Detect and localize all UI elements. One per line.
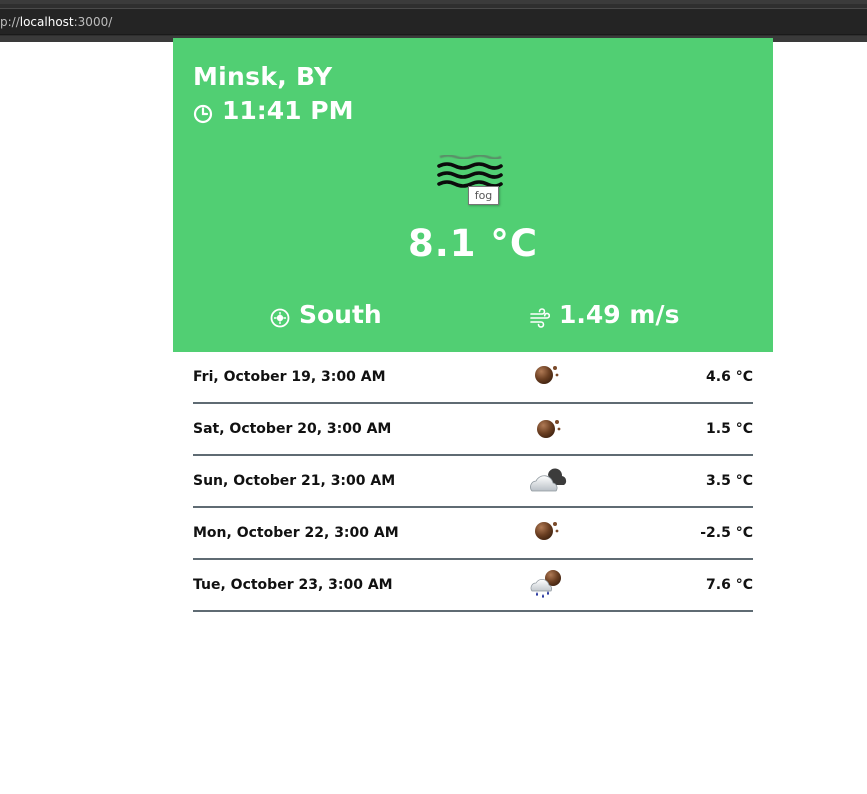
wind-speed-value: 1.49 m/s: [559, 300, 680, 329]
forecast-row: Sun, October 21, 3:00 AM 3.5 °C: [193, 456, 753, 508]
time-value: 11:41 PM: [222, 96, 354, 125]
forecast-temperature: 4.6 °C: [706, 369, 753, 385]
forecast-date: Mon, October 22, 3:00 AM: [193, 525, 399, 541]
forecast-date: Sun, October 21, 3:00 AM: [193, 473, 396, 489]
clock-icon: [193, 101, 213, 123]
url-prefix: p://: [0, 15, 20, 29]
moon-icon: [526, 359, 572, 395]
forecast-list: Fri, October 19, 3:00 AM 4.6 °C Sat, Oct…: [193, 352, 753, 612]
forecast-row: Mon, October 22, 3:00 AM -2.5 °C: [193, 508, 753, 560]
forecast-row: Sat, October 20, 3:00 AM 1.5 °C: [193, 404, 753, 456]
weather-tooltip: fog: [468, 186, 499, 205]
wind-direction-value: South: [299, 300, 382, 329]
forecast-row: Fri, October 19, 3:00 AM 4.6 °C: [193, 352, 753, 404]
forecast-temperature: -2.5 °C: [700, 525, 753, 541]
wind-speed: 1.49 m/s: [530, 300, 679, 329]
cloudy-night-icon: [526, 463, 572, 499]
forecast-temperature: 3.5 °C: [706, 473, 753, 489]
wind-direction: South: [270, 300, 382, 329]
url-host: localhost: [19, 15, 74, 29]
rain-night-icon: [526, 567, 572, 603]
forecast-temperature: 7.6 °C: [706, 577, 753, 593]
forecast-row: Tue, October 23, 3:00 AM 7.6 °C: [193, 560, 753, 612]
address-bar[interactable]: p://localhost:3000/: [0, 8, 867, 35]
url-port: :3000/: [73, 15, 113, 29]
local-time: 11:41 PM: [193, 96, 353, 125]
browser-toolbar: p://localhost:3000/: [0, 0, 867, 42]
moon-icon: [526, 411, 572, 447]
compass-icon: [270, 305, 290, 327]
moon-icon: [526, 515, 572, 551]
current-temperature: 8.1 °C: [407, 222, 539, 265]
forecast-date: Sat, October 20, 3:00 AM: [193, 421, 392, 437]
wind-icon: [530, 305, 551, 328]
forecast-date: Fri, October 19, 3:00 AM: [193, 369, 386, 385]
city-name: Minsk, BY: [193, 62, 333, 91]
current-weather-card: Minsk, BY 11:41 PM fog 8.1 °C South 1.49…: [173, 38, 773, 352]
forecast-date: Tue, October 23, 3:00 AM: [193, 577, 393, 593]
forecast-temperature: 1.5 °C: [706, 421, 753, 437]
